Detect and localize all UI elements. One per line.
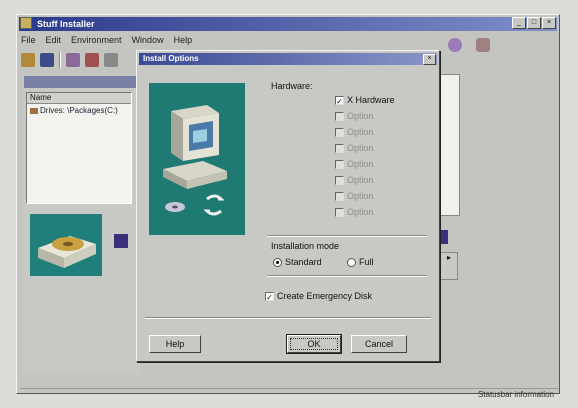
computer-icon (149, 83, 245, 235)
installation-mode-label: Installation mode (271, 241, 340, 251)
mode-full-label: Full (359, 257, 374, 267)
status-text: Statusbar information (477, 390, 554, 399)
hardware-option-4: Option (335, 143, 374, 153)
app-icon (20, 17, 32, 29)
hardware-option-1[interactable]: ✓ X Hardware (335, 95, 395, 106)
list-item[interactable]: Drives: \Packages(C:) (30, 106, 118, 115)
hardware-option-8-label: Option (347, 207, 374, 217)
hardware-option-6-label: Option (347, 175, 374, 185)
hardware-option-1-checkbox[interactable]: ✓ (335, 95, 344, 106)
dialog-title: Install Options (143, 54, 199, 63)
hardware-option-7: Option (335, 191, 374, 201)
list-header-name[interactable]: Name (27, 93, 131, 104)
menu-edit[interactable]: Edit (46, 33, 62, 47)
hardware-option-2: Option (335, 111, 374, 121)
save-icon[interactable] (40, 53, 54, 67)
menu-window[interactable]: Window (132, 33, 164, 47)
cut-icon[interactable] (66, 53, 80, 67)
toolbar-separator (59, 52, 61, 68)
hardware-option-7-label: Option (347, 191, 374, 201)
hardware-option-4-label: Option (347, 143, 374, 153)
help-button[interactable]: Help (149, 335, 201, 353)
cancel-button[interactable]: Cancel (351, 335, 407, 353)
main-title-bar[interactable]: Stuff Installer (19, 17, 557, 31)
settings-tool-icon[interactable] (476, 38, 490, 52)
ok-button-label: OK (290, 338, 338, 350)
mode-divider (267, 235, 427, 237)
hardware-option-6-checkbox (335, 175, 344, 185)
hardware-option-1-label: X Hardware (347, 95, 395, 105)
right-pane (440, 74, 460, 216)
hardware-option-5-checkbox (335, 159, 344, 169)
toolbar (21, 51, 118, 69)
copy-icon[interactable] (85, 53, 99, 67)
hardware-option-4-checkbox (335, 143, 344, 153)
hardware-option-8: Option (335, 207, 374, 217)
help-tool-icon[interactable] (448, 38, 462, 52)
hardware-option-3-checkbox (335, 127, 344, 137)
close-button[interactable]: × (542, 17, 556, 29)
window-controls: _ □ × (512, 17, 556, 29)
maximize-button[interactable]: □ (527, 17, 541, 29)
right-scroll-control[interactable]: ▸ (440, 252, 458, 280)
hardware-label: Hardware: (271, 81, 313, 91)
hardware-option-7-checkbox (335, 191, 344, 201)
mode-full[interactable]: Full (347, 257, 374, 267)
list-item-label: Drives: \Packages(C:) (40, 106, 118, 115)
menu-help[interactable]: Help (174, 33, 193, 47)
paste-icon[interactable] (104, 53, 118, 67)
menu-bar: File Edit Environment Window Help (21, 33, 192, 47)
computer-illustration (149, 83, 245, 235)
disk-drive-icon (30, 214, 102, 276)
menu-file[interactable]: File (21, 33, 36, 47)
mode-bottom-divider (267, 275, 427, 277)
hardware-option-8-checkbox (335, 207, 344, 217)
open-icon[interactable] (21, 53, 35, 67)
minimize-button[interactable]: _ (512, 17, 526, 29)
button-divider (145, 317, 431, 319)
mode-standard-radio[interactable] (273, 257, 282, 267)
disk-drive-illustration (30, 214, 102, 276)
hardware-option-3: Option (335, 127, 374, 137)
install-options-dialog: Install Options × Hardware: ✓ X Hardware… (136, 50, 440, 362)
mode-standard[interactable]: Standard (273, 257, 322, 267)
hardware-option-6: Option (335, 175, 374, 185)
hardware-option-3-label: Option (347, 127, 374, 137)
dialog-close-button[interactable]: × (423, 54, 436, 65)
left-panel-title-bar (24, 76, 144, 88)
status-bar: Statusbar information (20, 388, 558, 401)
hardware-option-5-label: Option (347, 159, 374, 169)
emergency-disk-label: Create Emergency Disk (277, 291, 373, 301)
emergency-disk-checkbox[interactable]: ✓ (265, 291, 274, 302)
emergency-disk-option[interactable]: ✓ Create Emergency Disk (265, 291, 373, 302)
hardware-option-5: Option (335, 159, 374, 169)
panel-swatch (114, 234, 128, 248)
hardware-option-2-checkbox (335, 111, 344, 121)
file-list[interactable]: Name Drives: \Packages(C:) (26, 92, 132, 204)
drive-icon (30, 107, 38, 114)
mode-full-radio[interactable] (347, 257, 356, 267)
hardware-option-2-label: Option (347, 111, 374, 121)
mode-standard-label: Standard (285, 257, 322, 267)
main-window-title: Stuff Installer (37, 19, 95, 29)
dialog-title-bar[interactable]: Install Options (139, 53, 437, 65)
ok-button[interactable]: OK (286, 334, 342, 354)
menu-environment[interactable]: Environment (71, 33, 122, 47)
